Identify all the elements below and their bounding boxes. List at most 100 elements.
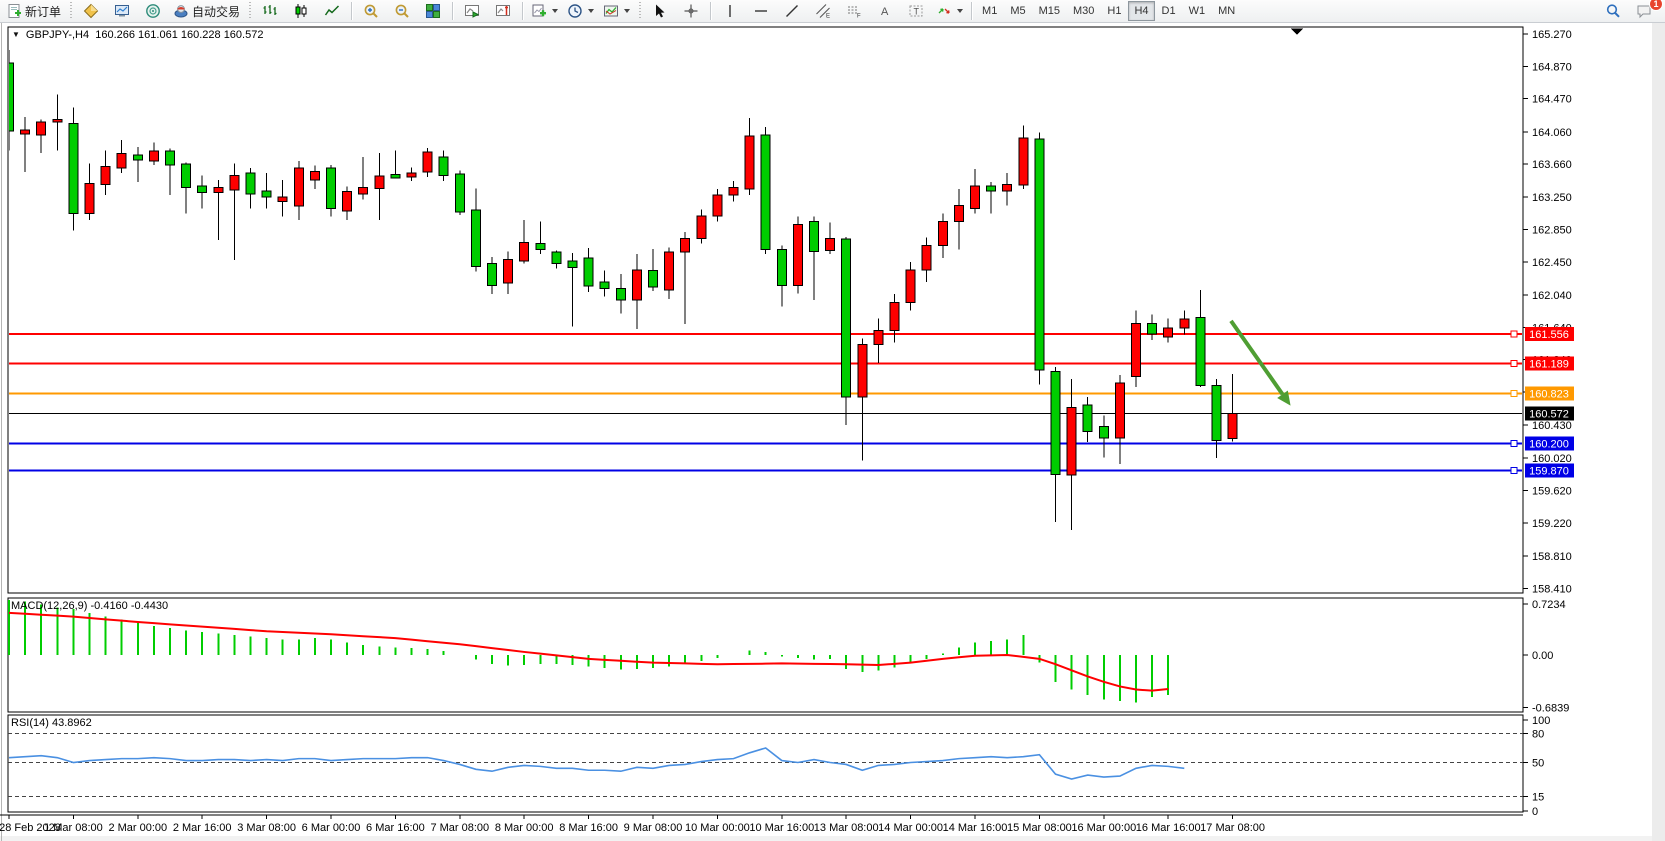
market-watch-button[interactable] [76,0,106,22]
line-anchor-160.200[interactable] [1511,441,1517,447]
data-window-button[interactable] [107,0,137,22]
rsi-axis-label: 15 [1532,791,1544,803]
search-button[interactable] [1598,0,1628,22]
timeframe-m1-button[interactable]: M1 [976,1,1003,21]
candlestick-mode-button[interactable] [286,0,316,22]
candle-body [1003,184,1012,190]
fibonacci-tool-button[interactable]: F [839,0,869,22]
price-tick-label: 162.850 [1532,225,1572,237]
zoom-out-button[interactable] [387,0,417,22]
new-order-button[interactable]: 新订单 [2,0,65,22]
chart-canvas[interactable]: 165.270164.870164.470164.060163.660163.2… [0,23,1665,841]
tile-windows-button[interactable] [418,0,448,22]
candle-body [278,197,287,201]
date-label: 7 Mar 08:00 [430,822,489,834]
timeframe-m5-button[interactable]: M5 [1004,1,1031,21]
macd-values: -0.4160 -0.4430 [90,600,168,612]
timeframe-d1-button[interactable]: D1 [1156,1,1182,21]
price-tick-label: 160.430 [1532,420,1572,432]
candle-body [149,151,158,161]
label-tool-button[interactable]: T [901,0,931,22]
rsi-axis-label: 0 [1532,806,1538,818]
new-chart-button[interactable] [527,0,562,22]
timeframe-m15-button[interactable]: M15 [1033,1,1066,21]
line-anchor-160.823[interactable] [1511,390,1517,396]
line-anchor-161.189[interactable] [1511,361,1517,367]
candle-body [471,210,480,267]
one-click-trading-arrow-icon[interactable]: ▼ [12,30,20,39]
candle-body [310,171,319,180]
cursor-tool-button[interactable] [645,0,675,22]
macd-axis-label: 0.00 [1532,650,1553,662]
zoom-in-button[interactable] [356,0,386,22]
line-chart-mode-button[interactable] [317,0,347,22]
candle-body [1051,372,1060,475]
chart-ohlc-values: 160.266 161.061 160.228 160.572 [95,29,263,41]
date-label: 14 Mar 00:00 [878,822,943,834]
chevron-down-icon [552,9,558,13]
candle-body [777,250,786,286]
crosshair-tool-button[interactable] [676,0,706,22]
toolbar-separator [971,2,972,20]
price-pane[interactable] [8,27,1523,593]
candle-body [890,302,899,330]
crosshair-icon [683,3,699,19]
date-label: 14 Mar 16:00 [943,822,1008,834]
date-label: 13 Mar 08:00 [814,822,879,834]
timeframe-h1-button[interactable]: H1 [1101,1,1127,21]
period-button[interactable] [563,0,598,22]
rsi-value: 43.8962 [52,717,92,729]
candle-body [230,175,239,190]
toolbar-separator [710,2,711,20]
zoom-out-icon [394,3,410,19]
rsi-axis-label: 100 [1532,715,1550,727]
line-chart-icon [324,3,340,19]
candle-body [810,221,819,251]
chart-shift-button[interactable] [488,0,518,22]
text-tool-button[interactable]: A [870,0,900,22]
horizontal-line-tool-button[interactable] [746,0,776,22]
price-line-label: 160.823 [1529,388,1569,400]
bottom-strip [0,836,1652,841]
shapes-tool-button[interactable] [932,0,967,22]
date-label: 16 Mar 16:00 [1136,822,1201,834]
rsi-axis-label: 50 [1532,758,1544,770]
zoom-in-icon [363,3,379,19]
auto-scroll-button[interactable] [457,0,487,22]
template-button[interactable] [599,0,634,22]
candle-body [182,164,191,187]
autotrading-button[interactable]: 自动交易 [169,0,244,22]
timeframe-w1-button[interactable]: W1 [1183,1,1212,21]
chevron-down-icon [624,9,630,13]
svg-text:T: T [914,7,920,17]
price-tick-label: 163.250 [1532,192,1572,204]
bar-chart-mode-button[interactable] [255,0,285,22]
chart-shift-icon [495,3,511,19]
timeframe-mn-button[interactable]: MN [1212,1,1241,21]
channel-tool-button[interactable]: E [808,0,838,22]
candle-body [101,167,110,185]
chart-title: ▼GBPJPY-,H4 160.266 161.061 160.228 160.… [12,29,263,41]
line-anchor-161.556[interactable] [1511,331,1517,337]
candle-body [327,168,336,208]
equidistant-channel-icon: E [815,3,831,19]
navigator-icon [145,3,161,19]
candle-body [85,183,94,213]
price-tick-label: 162.040 [1532,290,1572,302]
date-label: 9 Mar 08:00 [624,822,683,834]
clock-icon [567,3,583,19]
line-anchor-159.870[interactable] [1511,467,1517,473]
timeframe-m30-button[interactable]: M30 [1067,1,1100,21]
navigator-button[interactable] [138,0,168,22]
trendline-tool-button[interactable] [777,0,807,22]
candle-body [391,175,400,178]
timeframe-h4-button[interactable]: H4 [1128,1,1154,21]
toolbar-grip [637,2,642,20]
rsi-pane[interactable] [8,715,1523,812]
candle-body [1035,139,1044,370]
candle-body [713,195,722,216]
macd-label: MACD(12,26,9) -0.4160 -0.4430 [11,600,168,612]
notifications-button[interactable]: 1 [1629,0,1659,22]
vertical-line-tool-button[interactable] [715,0,745,22]
chart-area[interactable]: 165.270164.870164.470164.060163.660163.2… [0,23,1665,841]
